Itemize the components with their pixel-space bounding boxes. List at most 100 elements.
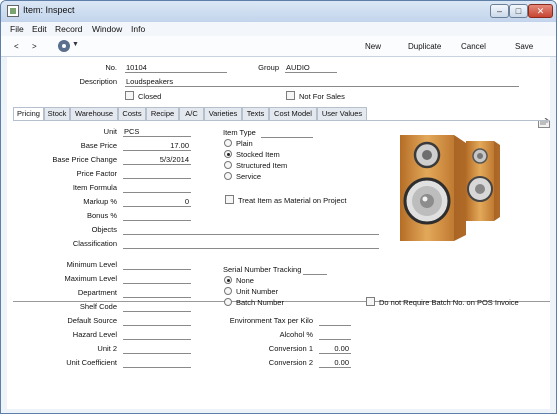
toolbar: < > ▼ New Duplicate Cancel Save (1, 36, 556, 57)
cancel-button[interactable]: Cancel (461, 42, 486, 51)
item-type-structured-radio[interactable] (224, 161, 232, 169)
conversion2-field[interactable]: 0.00 (319, 358, 351, 368)
unit2-label: Unit 2 (97, 344, 117, 353)
item-type-plain-label: Plain (236, 139, 253, 148)
conversion1-field[interactable]: 0.00 (319, 344, 351, 354)
menu-file[interactable]: File (10, 24, 24, 34)
conversion2-label: Conversion 2 (268, 358, 313, 367)
price-factor-label: Price Factor (76, 169, 117, 178)
serial-batch-number-label: Batch Number (236, 298, 284, 307)
default-source-label: Default Source (67, 316, 117, 325)
item-type-stocked-radio[interactable] (224, 150, 232, 158)
unit-label: Unit (103, 127, 117, 136)
base-price-field[interactable]: 17.00 (123, 141, 191, 151)
objects-field[interactable] (123, 225, 379, 235)
title-bar[interactable]: Item: Inspect – □ ✕ (1, 1, 556, 22)
unit-coefficient-label: Unit Coefficient (66, 358, 117, 367)
closed-label: Closed (138, 92, 162, 101)
minimum-level-label: Minimum Level (66, 260, 117, 269)
closed-checkbox[interactable] (125, 91, 134, 100)
serial-none-label: None (236, 276, 254, 285)
tab-varieties[interactable]: Varieties (204, 107, 242, 120)
unit-coefficient-field[interactable] (123, 358, 191, 368)
unit-field[interactable]: PCS (123, 127, 191, 137)
item-type-service-label: Service (236, 172, 262, 181)
serial-batch-number-radio[interactable] (224, 298, 232, 306)
item-type-structured-label: Structured Item (236, 161, 288, 170)
window-title: Item: Inspect (23, 5, 75, 15)
serial-unit-number-radio[interactable] (224, 287, 232, 295)
not-for-sales-checkbox[interactable] (286, 91, 295, 100)
item-formula-label: Item Formula (72, 183, 117, 192)
no-batch-pos-checkbox[interactable] (366, 297, 375, 306)
menu-record[interactable]: Record (55, 24, 82, 34)
gear-icon[interactable] (58, 40, 70, 52)
menu-window[interactable]: Window (92, 24, 122, 34)
markup-field[interactable]: 0 (123, 197, 191, 207)
item-type-rule (261, 137, 313, 138)
minimize-button[interactable]: – (490, 4, 509, 18)
tab-user-values[interactable]: User Values (317, 107, 367, 120)
minimum-level-field[interactable] (123, 260, 191, 270)
menu-info[interactable]: Info (131, 24, 145, 34)
treat-as-material-checkbox[interactable] (225, 195, 234, 204)
base-price-change-label: Base Price Change (52, 155, 117, 164)
no-batch-pos-label: Do not Require Batch No. on POS Invoice (379, 298, 519, 307)
new-button[interactable]: New (365, 42, 381, 51)
close-window-button[interactable]: ✕ (528, 4, 553, 18)
duplicate-button[interactable]: Duplicate (408, 42, 441, 51)
bonus-label: Bonus % (86, 211, 117, 220)
tab-recipe[interactable]: Recipe (146, 107, 179, 120)
env-tax-field[interactable] (319, 316, 351, 326)
item-type-service-radio[interactable] (224, 172, 232, 180)
item-formula-field[interactable] (123, 183, 191, 193)
classification-field[interactable] (123, 239, 379, 249)
tab-pricing[interactable]: Pricing (13, 107, 44, 121)
no-field[interactable]: 10104 (125, 63, 227, 73)
no-label: No. (105, 63, 117, 72)
shelf-code-field[interactable] (123, 302, 191, 312)
maximum-level-label: Maximum Level (64, 274, 117, 283)
department-label: Department (77, 288, 117, 297)
serial-none-radio[interactable] (224, 276, 232, 284)
alcohol-label: Alcohol % (279, 330, 313, 339)
tab-cost-model[interactable]: Cost Model (269, 107, 317, 120)
group-field[interactable]: AUDIO (285, 63, 337, 73)
price-factor-field[interactable] (123, 169, 191, 179)
tab-stock[interactable]: Stock (44, 107, 70, 120)
save-button[interactable]: Save (515, 42, 533, 51)
tab-warehouse[interactable]: Warehouse (70, 107, 118, 120)
hazard-level-field[interactable] (123, 330, 191, 340)
tab-ac[interactable]: A/C (179, 107, 204, 120)
maximum-level-field[interactable] (123, 274, 191, 284)
item-type-stocked-label: Stocked Item (236, 150, 280, 159)
shelf-code-label: Shelf Code (79, 302, 117, 311)
next-record-button[interactable]: > (32, 42, 37, 51)
env-tax-label: Environment Tax per Kilo (229, 316, 313, 325)
alcohol-field[interactable] (319, 330, 351, 340)
unit2-field[interactable] (123, 344, 191, 354)
objects-label: Objects (91, 225, 117, 234)
base-price-change-field[interactable]: 5/3/2014 (123, 155, 191, 165)
app-icon (7, 5, 19, 17)
item-type-label: Item Type (223, 128, 256, 137)
serial-tracking-rule (303, 274, 327, 275)
tab-underline (13, 120, 550, 121)
item-image-loudspeakers (400, 135, 500, 241)
base-price-label: Base Price (80, 141, 117, 150)
group-label: Group (258, 63, 279, 72)
serial-unit-number-label: Unit Number (236, 287, 279, 296)
menu-edit[interactable]: Edit (32, 24, 47, 34)
bonus-field[interactable] (123, 211, 191, 221)
item-type-plain-radio[interactable] (224, 139, 232, 147)
department-field[interactable] (123, 288, 191, 298)
tab-costs[interactable]: Costs (118, 107, 146, 120)
previous-record-button[interactable]: < (14, 42, 19, 51)
chevron-down-icon[interactable]: ▼ (72, 41, 79, 48)
default-source-field[interactable] (123, 316, 191, 326)
maximize-button[interactable]: □ (509, 4, 528, 18)
item-inspect-window: Item: Inspect – □ ✕ File Edit Record Win… (0, 0, 557, 414)
markup-label: Markup % (83, 197, 117, 206)
tab-texts[interactable]: Texts (242, 107, 269, 120)
description-field[interactable]: Loudspeakers (125, 77, 519, 87)
